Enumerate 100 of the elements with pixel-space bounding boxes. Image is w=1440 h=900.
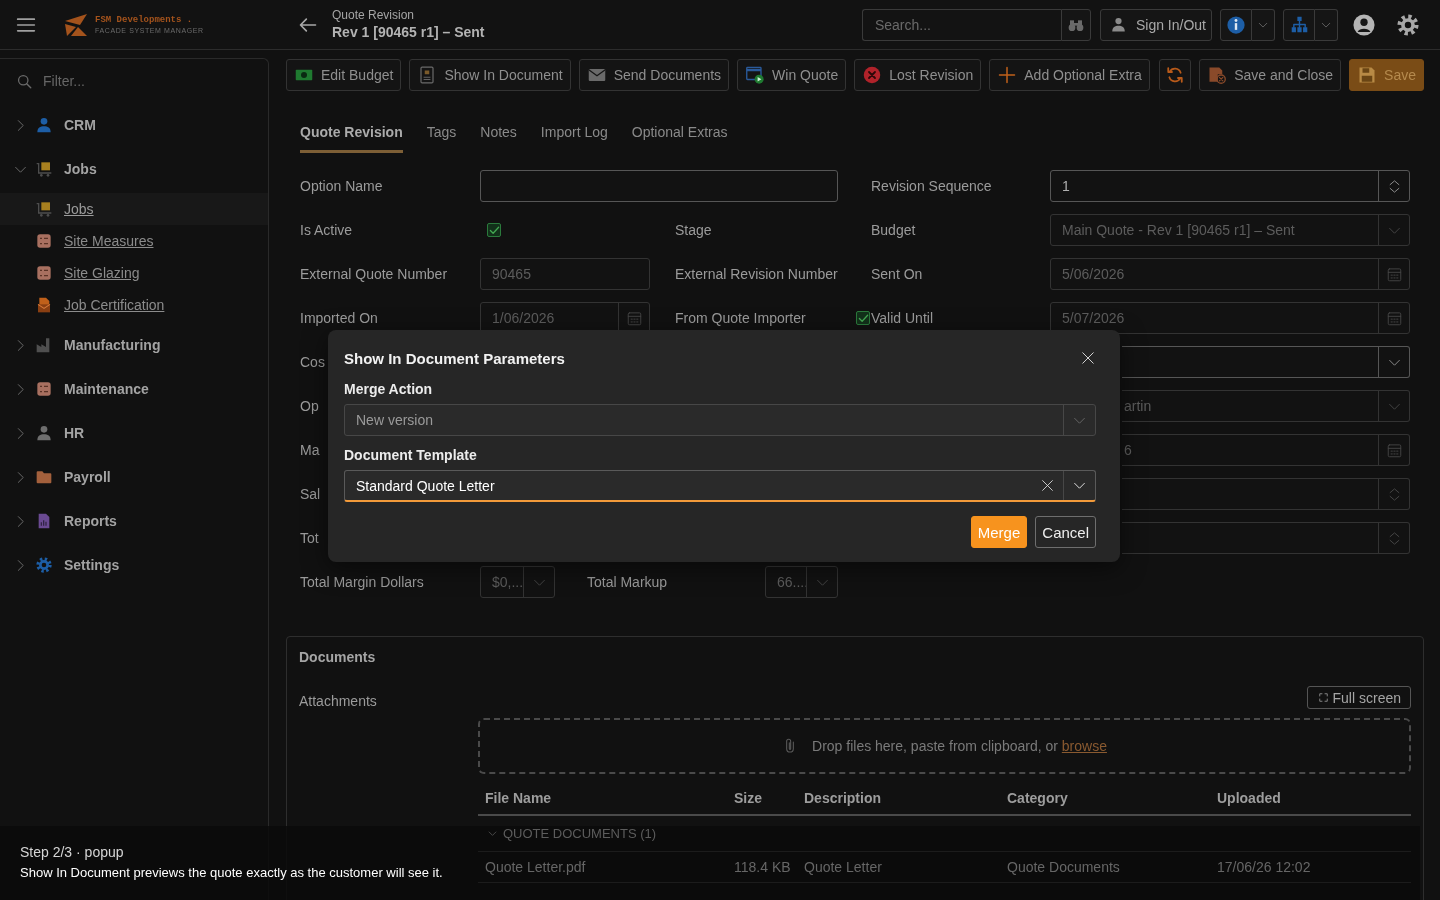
- field-label: External Revision Number: [675, 265, 838, 283]
- floppy-x-icon: [1208, 66, 1227, 84]
- column-header[interactable]: Description: [797, 790, 881, 814]
- nav-link[interactable]: Jobs: [0, 193, 268, 225]
- close-icon: [1081, 351, 1095, 365]
- gear-icon: [36, 557, 52, 573]
- info-button[interactable]: [1220, 8, 1252, 41]
- toolbar-button[interactable]: Edit Budget: [286, 59, 402, 91]
- tab[interactable]: Quote Revision: [300, 123, 403, 153]
- table-cell-text: 17/06/26 12:02: [1216, 859, 1311, 875]
- settings-button[interactable]: [1396, 12, 1420, 37]
- nav-item[interactable]: Settings: [0, 543, 268, 587]
- nav-link[interactable]: Job Certification: [0, 289, 268, 321]
- dropdown-field[interactable]: Standard Quote Letter: [344, 470, 1096, 502]
- nav-item[interactable]: Reports: [0, 499, 268, 543]
- table-cell-text: 118.4 KB: [733, 859, 791, 875]
- column-header[interactable]: Size: [727, 790, 762, 814]
- spinner-arrows-icon: [1386, 530, 1402, 546]
- column-header[interactable]: Category: [1000, 790, 1068, 814]
- refresh-button[interactable]: [1159, 59, 1192, 91]
- brand-name: FSM Developments .: [95, 14, 193, 26]
- toolbar-button[interactable]: Send Documents: [578, 59, 730, 91]
- caption-step: Step 2/3 · popup: [20, 842, 124, 862]
- settings-icon: [1397, 13, 1419, 36]
- text-field[interactable]: [480, 170, 838, 202]
- field-label: Stage: [675, 221, 712, 239]
- field-label: Imported On: [300, 309, 378, 327]
- tab[interactable]: Optional Extras: [631, 123, 728, 153]
- nav-item[interactable]: Jobs: [0, 147, 268, 191]
- field-label: Cos: [300, 353, 325, 371]
- person-icon: [36, 425, 52, 441]
- chevron-down-icon: [488, 829, 497, 838]
- tab[interactable]: Tags: [426, 123, 457, 153]
- field-label: Op: [300, 397, 319, 415]
- nav-item[interactable]: Payroll: [0, 455, 268, 499]
- field-label: External Quote Number: [300, 265, 448, 283]
- caption-text: Show In Document previews the quote exactly as the customer will see it.: [20, 864, 443, 882]
- field-label: Revision Sequence: [871, 177, 992, 195]
- field-label: Option Name: [300, 177, 383, 195]
- expand-icon: [1318, 693, 1328, 702]
- checkbox[interactable]: [487, 223, 501, 237]
- field-label: Is Active: [300, 221, 353, 239]
- toolbar-button[interactable]: Win Quote: [737, 59, 847, 91]
- toolbar-button[interactable]: Save and Close: [1199, 59, 1342, 91]
- list-icon: [36, 265, 52, 281]
- table-cell-text: Quote Documents: [1006, 859, 1120, 875]
- column-header[interactable]: File Name: [478, 790, 552, 814]
- secondary-button[interactable]: Cancel: [1035, 516, 1096, 548]
- tab[interactable]: Import Log: [540, 123, 608, 153]
- nav-link[interactable]: Site Measures: [0, 225, 268, 257]
- nav-item[interactable]: Maintenance: [0, 367, 268, 411]
- number-field[interactable]: 1: [1050, 170, 1410, 202]
- field-label: Total Margin Dollars: [300, 573, 424, 591]
- column-header[interactable]: Uploaded: [1210, 790, 1281, 814]
- browse-link[interactable]: browse: [1061, 738, 1107, 754]
- cart-icon: [36, 201, 52, 217]
- toolbar-button[interactable]: Show In Document: [409, 59, 571, 91]
- check-icon: [488, 224, 500, 236]
- dialog-title: Show In Document Parameters: [344, 349, 565, 367]
- cart-icon: [36, 161, 52, 177]
- search-button[interactable]: [1060, 8, 1091, 41]
- nav-item[interactable]: HR: [0, 411, 268, 455]
- dropdown-field[interactable]: [1122, 346, 1410, 378]
- envelope-icon: [587, 66, 606, 84]
- field-label: From Quote Importer: [675, 309, 806, 327]
- sign-in-button[interactable]: Sign In/Out: [1099, 8, 1212, 41]
- checkbox[interactable]: [856, 311, 870, 325]
- field-label: Valid Until: [871, 309, 933, 327]
- field-label: Total Markup: [587, 573, 668, 591]
- calendar-icon: [1386, 442, 1402, 458]
- nav-item[interactable]: CRM: [0, 103, 268, 147]
- spinner-arrows-icon: [1386, 178, 1402, 194]
- tab[interactable]: Notes: [480, 123, 517, 153]
- toolbar-button[interactable]: Lost Revision: [854, 59, 982, 91]
- calendar-icon: [1386, 266, 1402, 282]
- org-chart-button[interactable]: [1283, 8, 1315, 41]
- field-label: Ma: [300, 441, 320, 459]
- logo-icon: [62, 12, 90, 37]
- toolbar-button[interactable]: Add Optional Extra: [989, 59, 1150, 91]
- factory-icon: [36, 337, 52, 353]
- drop-zone[interactable]: Drop files here, paste from clipboard, or browse: [478, 718, 1411, 774]
- user-circle-icon: [1353, 13, 1375, 36]
- account-button[interactable]: [1352, 12, 1376, 37]
- window-play-icon: [746, 66, 765, 84]
- search-field[interactable]: Search...: [861, 8, 1061, 41]
- filter-field[interactable]: Filter...: [43, 66, 256, 96]
- nav-link[interactable]: Site Glazing: [0, 257, 268, 289]
- spinner-arrows-icon: [1386, 486, 1402, 502]
- list-icon: [36, 381, 52, 397]
- drop-zone-text: Drop files here, paste from clipboard, or browse: [812, 738, 1107, 754]
- full-screen-button[interactable]: Full screen: [1306, 686, 1411, 709]
- field-label: Sal: [300, 485, 321, 503]
- field-label: Attachments: [299, 692, 377, 711]
- field-label: Document Template: [344, 446, 477, 464]
- info-icon: [1227, 15, 1245, 34]
- field-label: Tot: [300, 529, 319, 547]
- nav-item[interactable]: Manufacturing: [0, 323, 268, 367]
- group-label: QUOTE DOCUMENTS (1): [503, 826, 657, 841]
- clear-icon: [1040, 479, 1054, 492]
- plus-icon: [998, 66, 1017, 84]
